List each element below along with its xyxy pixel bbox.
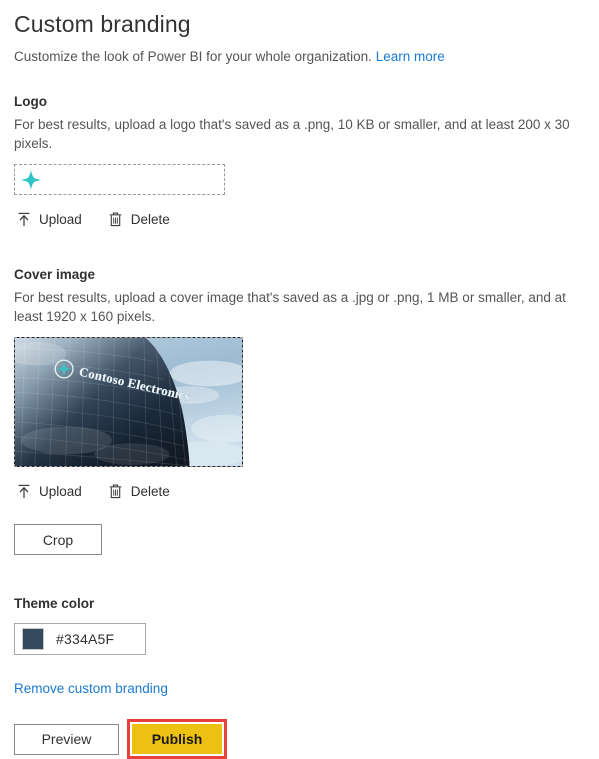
- page-subtitle: Customize the look of Power BI for your …: [14, 39, 585, 66]
- upload-icon: [16, 211, 32, 228]
- logo-section-description: For best results, upload a logo that's s…: [14, 117, 570, 151]
- upload-icon: [16, 483, 32, 500]
- trash-icon: [108, 483, 124, 500]
- theme-color-section: Theme color #334A5F: [14, 595, 585, 655]
- signage-star-logo: [54, 359, 74, 379]
- page-title: Custom branding: [14, 11, 191, 37]
- crop-button-wrap: Crop: [14, 524, 585, 555]
- crop-button[interactable]: Crop: [14, 524, 102, 555]
- cover-image-artwork: Contoso Electronics: [15, 338, 242, 466]
- cover-section-label: Cover image: [14, 267, 96, 282]
- theme-color-swatch: [22, 628, 44, 650]
- publish-button-highlight: Publish: [127, 719, 227, 759]
- cover-delete-button[interactable]: Delete: [106, 481, 172, 502]
- cover-image-section: Cover image For best results, upload a c…: [14, 266, 585, 555]
- theme-color-picker[interactable]: #334A5F: [14, 623, 146, 655]
- logo-upload-button[interactable]: Upload: [14, 209, 84, 230]
- custom-branding-page: Custom branding Customize the look of Po…: [0, 0, 599, 759]
- logo-delete-label: Delete: [130, 212, 170, 227]
- cover-upload-label: Upload: [39, 484, 82, 499]
- cover-actions: Upload Delete: [14, 481, 585, 502]
- theme-color-label: Theme color: [14, 596, 95, 611]
- logo-upload-label: Upload: [39, 212, 82, 227]
- footer-button-row: Preview Publish: [14, 719, 585, 759]
- publish-button[interactable]: Publish: [132, 724, 222, 754]
- logo-section: Logo For best results, upload a logo tha…: [14, 93, 585, 230]
- trash-icon: [108, 211, 124, 228]
- theme-color-value: #334A5F: [56, 631, 115, 647]
- contoso-star-logo-icon: [21, 169, 41, 190]
- logo-actions: Upload Delete: [14, 209, 585, 230]
- logo-section-label: Logo: [14, 94, 47, 109]
- logo-delete-button[interactable]: Delete: [106, 209, 172, 230]
- logo-preview-dropzone[interactable]: [14, 164, 225, 195]
- learn-more-link[interactable]: Learn more: [376, 49, 445, 64]
- cover-section-description: For best results, upload a cover image t…: [14, 290, 566, 324]
- cover-delete-label: Delete: [130, 484, 170, 499]
- cover-upload-button[interactable]: Upload: [14, 481, 84, 502]
- remove-branding-wrap: Remove custom branding: [14, 680, 585, 698]
- preview-button[interactable]: Preview: [14, 723, 119, 755]
- cover-image-preview[interactable]: Contoso Electronics: [14, 337, 243, 467]
- subtitle-text: Customize the look of Power BI for your …: [14, 49, 372, 64]
- remove-custom-branding-link[interactable]: Remove custom branding: [14, 681, 168, 696]
